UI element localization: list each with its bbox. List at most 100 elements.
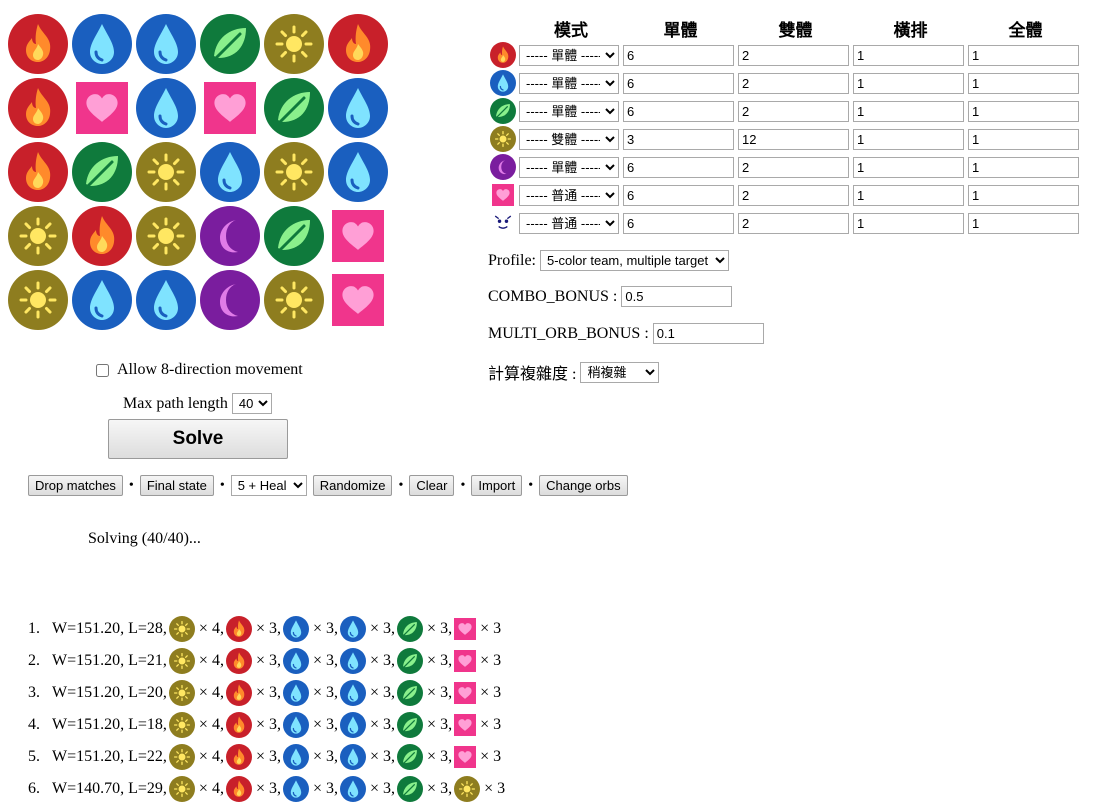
single-multiplier-input[interactable] xyxy=(623,44,734,66)
row-multiplier-input[interactable] xyxy=(853,156,964,178)
single-multiplier-input[interactable] xyxy=(623,212,734,234)
light-orb[interactable] xyxy=(8,206,68,266)
solution-row[interactable]: 5. W=151.20, L=22, × 4, × 3, × 3, × 3, × 3, × 3 xyxy=(28,741,507,773)
solve-button[interactable]: Solve xyxy=(108,419,288,459)
light-orb[interactable] xyxy=(136,206,196,266)
water-orb[interactable] xyxy=(136,78,196,138)
mode-select[interactable]: ----- 單體 ----- xyxy=(519,156,619,178)
wood-orb[interactable] xyxy=(264,78,324,138)
water-orb[interactable] xyxy=(328,142,388,202)
row-multiplier-input[interactable] xyxy=(853,128,964,150)
match-count: × 3, xyxy=(255,684,281,701)
match-count: × 3, xyxy=(370,780,396,797)
water-icon xyxy=(340,680,367,706)
mode-select[interactable]: ----- 雙體 ----- xyxy=(519,128,619,150)
light-orb[interactable] xyxy=(8,270,68,330)
light-icon xyxy=(168,680,195,706)
double-multiplier-input[interactable] xyxy=(738,212,849,234)
row-multiplier-input[interactable] xyxy=(853,72,964,94)
water-orb[interactable] xyxy=(200,142,260,202)
fire-orb[interactable] xyxy=(8,78,68,138)
water-icon xyxy=(282,712,309,738)
drop-matches-button[interactable]: Drop matches xyxy=(28,475,123,496)
light-orb[interactable] xyxy=(264,14,324,74)
solution-row[interactable]: 6. W=140.70, L=29, × 4, × 3, × 3, × 3, × 3, × 3 xyxy=(28,773,507,805)
multi-orb-bonus-input[interactable] xyxy=(652,323,764,344)
match-count: × 3, xyxy=(255,620,281,637)
row-multiplier-input[interactable] xyxy=(853,184,964,206)
single-multiplier-input[interactable] xyxy=(623,156,734,178)
solution-row[interactable]: 2. W=151.20, L=21, × 4, × 3, × 3, × 3, × 3, × 3 xyxy=(28,645,507,677)
all-multiplier-input[interactable] xyxy=(968,72,1079,94)
heart-orb[interactable] xyxy=(76,82,128,134)
water-orb[interactable] xyxy=(72,270,132,330)
single-multiplier-input[interactable] xyxy=(623,72,734,94)
water-orb[interactable] xyxy=(136,270,196,330)
mode-select[interactable]: ----- 單體 ----- xyxy=(519,72,619,94)
final-state-button[interactable]: Final state xyxy=(139,475,214,496)
mode-select[interactable]: ----- 單體 ----- xyxy=(519,100,619,122)
light-orb[interactable] xyxy=(264,142,324,202)
profile-select[interactable]: 5-color team, multiple target xyxy=(540,250,729,271)
wood-orb[interactable] xyxy=(72,142,132,202)
solution-row[interactable]: 1. W=151.20, L=28, × 4, × 3, × 3, × 3, × 3, × 3 xyxy=(28,613,507,645)
fire-orb[interactable] xyxy=(8,142,68,202)
row-multiplier-input[interactable] xyxy=(853,100,964,122)
settings-double-cell xyxy=(738,125,853,153)
match-count: × 3, xyxy=(427,780,453,797)
all-multiplier-input[interactable] xyxy=(968,184,1079,206)
water-orb[interactable] xyxy=(136,14,196,74)
heart-orb[interactable] xyxy=(332,274,384,326)
light-icon xyxy=(264,142,324,202)
water-orb[interactable] xyxy=(72,14,132,74)
allow-8dir-checkbox[interactable] xyxy=(96,363,109,377)
clear-button[interactable]: Clear xyxy=(409,475,455,496)
light-orb[interactable] xyxy=(264,270,324,330)
all-multiplier-input[interactable] xyxy=(968,100,1079,122)
solution-row[interactable]: 3. W=151.20, L=20, × 4, × 3, × 3, × 3, × 3, × 3 xyxy=(28,677,507,709)
import-button[interactable]: Import xyxy=(471,475,523,496)
wood-orb[interactable] xyxy=(264,206,324,266)
single-multiplier-input[interactable] xyxy=(623,100,734,122)
heart-orb[interactable] xyxy=(204,82,256,134)
single-multiplier-input[interactable] xyxy=(623,128,734,150)
all-multiplier-input[interactable] xyxy=(968,212,1079,234)
wood-orb[interactable] xyxy=(200,14,260,74)
change-orbs-button[interactable]: Change orbs xyxy=(539,475,628,496)
randomize-button[interactable]: Randomize xyxy=(312,475,393,496)
double-multiplier-input[interactable] xyxy=(738,128,849,150)
complexity-select[interactable]: 稍複雜 xyxy=(580,361,660,383)
all-multiplier-input[interactable] xyxy=(968,128,1079,150)
dark-orb[interactable] xyxy=(200,270,260,330)
fire-orb[interactable] xyxy=(8,14,68,74)
double-multiplier-input[interactable] xyxy=(738,72,849,94)
match-count: × 3, xyxy=(370,620,396,637)
water-orb[interactable] xyxy=(328,78,388,138)
row-multiplier-input[interactable] xyxy=(853,212,964,234)
allow-8dir-label: Allow 8-direction movement xyxy=(117,361,303,378)
fire-orb[interactable] xyxy=(72,206,132,266)
mode-select[interactable]: ----- 普通 ----- xyxy=(519,184,619,206)
settings-row-jammer: ----- 普通 ----- xyxy=(487,209,1083,237)
mode-select[interactable]: ----- 單體 ----- xyxy=(519,44,619,66)
settings-double-cell xyxy=(738,153,853,181)
all-multiplier-input[interactable] xyxy=(968,156,1079,178)
double-multiplier-input[interactable] xyxy=(738,156,849,178)
mode-select[interactable]: ----- 普通 ----- xyxy=(519,212,619,234)
fire-orb[interactable] xyxy=(328,14,388,74)
row-multiplier-input[interactable] xyxy=(853,44,964,66)
single-multiplier-input[interactable] xyxy=(623,184,734,206)
light-orb[interactable] xyxy=(136,142,196,202)
double-multiplier-input[interactable] xyxy=(738,100,849,122)
settings-row-cell xyxy=(853,153,968,181)
dark-orb[interactable] xyxy=(200,206,260,266)
max-path-select[interactable]: 40 xyxy=(231,393,272,414)
sort-select[interactable]: 5 + Heal xyxy=(230,475,307,496)
double-multiplier-input[interactable] xyxy=(738,44,849,66)
solution-row[interactable]: 4. W=151.20, L=18, × 4, × 3, × 3, × 3, × 3, × 3 xyxy=(28,709,507,741)
combo-bonus-input[interactable] xyxy=(621,286,733,307)
settings-row-dark: ----- 單體 ----- xyxy=(487,153,1083,181)
double-multiplier-input[interactable] xyxy=(738,184,849,206)
all-multiplier-input[interactable] xyxy=(968,44,1079,66)
heart-orb[interactable] xyxy=(332,210,384,262)
